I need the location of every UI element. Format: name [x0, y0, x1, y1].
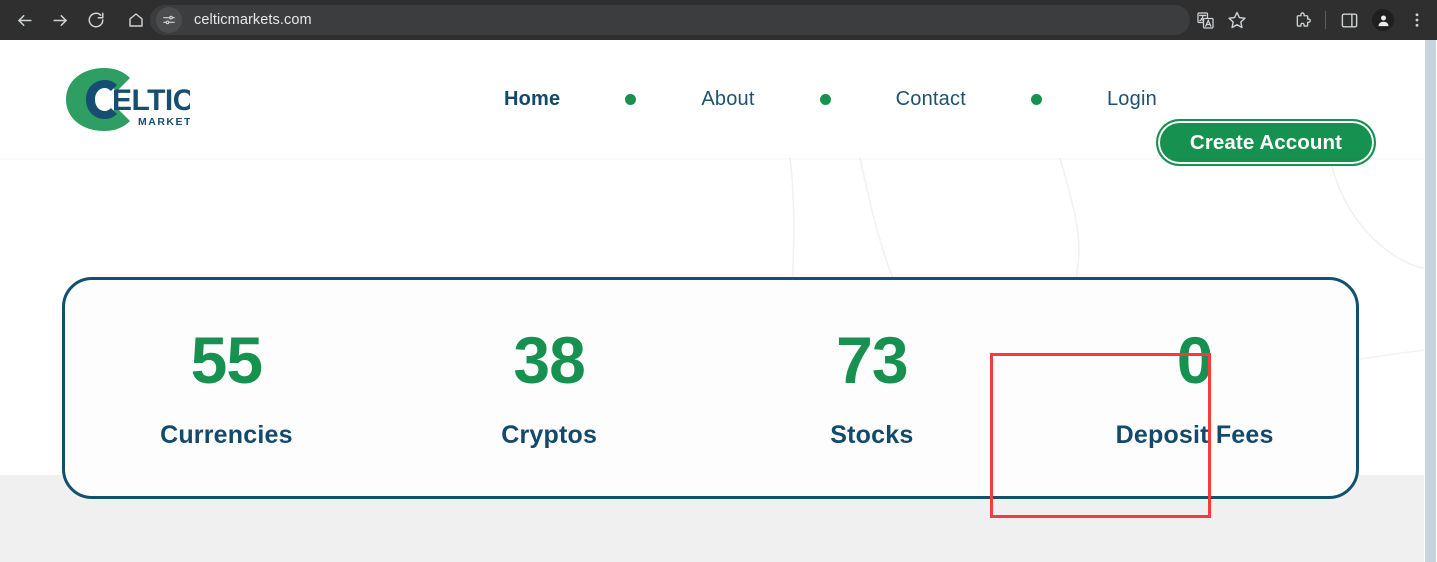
stat-label-currencies: Currencies — [160, 420, 293, 449]
stat-label-stocks: Stocks — [830, 420, 914, 449]
nav-item-contact[interactable]: Contact — [892, 88, 970, 111]
main-navigation: Home About Contact Login — [500, 40, 1161, 158]
side-panel-icon — [1341, 12, 1357, 28]
site-logo[interactable]: ELTIC MARKETS — [60, 62, 199, 137]
forward-button[interactable] — [42, 2, 78, 38]
header-shadow — [0, 158, 1424, 161]
svg-text:MARKETS: MARKETS — [138, 116, 190, 128]
profile-button[interactable] — [1367, 4, 1399, 36]
translate-icon — [1196, 11, 1214, 29]
browser-right-icons — [1286, 5, 1433, 35]
celtic-markets-logo-icon: ELTIC MARKETS — [66, 68, 199, 131]
site-settings-tune-icon — [163, 15, 175, 25]
nav-item-login[interactable]: Login — [1103, 88, 1161, 111]
translate-button[interactable] — [1190, 5, 1220, 35]
toolbar-divider — [1325, 11, 1326, 29]
bookmark-star-icon — [1228, 11, 1246, 29]
site-header: ELTIC MARKETS Home About Contact Login C… — [0, 40, 1424, 166]
svg-text:ELTIC: ELTIC — [112, 84, 190, 117]
back-arrow-icon — [17, 14, 32, 26]
omnibox-actions — [1190, 5, 1252, 35]
profile-avatar-icon — [1378, 15, 1388, 26]
reload-button[interactable] — [78, 2, 114, 38]
stat-item-deposit-fees: 0 Deposit Fees — [1033, 280, 1356, 496]
url-text[interactable]: celticmarkets.com — [194, 12, 312, 28]
stat-value-cryptos: 38 — [513, 322, 585, 397]
site-settings-button[interactable] — [156, 7, 182, 33]
stat-value-currencies: 55 — [190, 322, 263, 397]
nav-item-about[interactable]: About — [697, 88, 758, 111]
page-viewport: ELTIC MARKETS Home About Contact Login C… — [0, 40, 1437, 562]
address-bar[interactable]: celticmarkets.com — [150, 5, 1190, 35]
extensions-button[interactable] — [1286, 4, 1318, 36]
forward-arrow-icon — [52, 14, 67, 26]
three-dot-menu-icon — [1415, 13, 1419, 27]
home-button[interactable] — [118, 2, 154, 38]
reload-icon — [88, 12, 104, 28]
browser-menu-button[interactable] — [1401, 4, 1433, 36]
bookmark-button[interactable] — [1222, 5, 1252, 35]
back-button[interactable] — [6, 2, 42, 38]
stat-label-deposit-fees: Deposit Fees — [1115, 420, 1274, 449]
avatar — [1372, 9, 1394, 31]
side-panel-button[interactable] — [1333, 4, 1365, 36]
nav-separator-dot-3 — [1030, 93, 1042, 105]
page-scrollbar[interactable] — [1424, 40, 1437, 562]
stat-item-currencies: 55 Currencies — [65, 280, 388, 496]
stats-card: 55 Currencies 38 Cryptos 73 Stocks 0 Dep… — [62, 277, 1359, 499]
nav-item-home[interactable]: Home — [500, 88, 564, 111]
stat-item-cryptos: 38 Cryptos — [388, 280, 711, 496]
create-account-label: Create Account — [1189, 130, 1343, 154]
browser-toolbar: celticmarkets.com — [0, 0, 1437, 40]
home-icon — [129, 13, 143, 27]
nav-separator-dot-1 — [625, 93, 637, 105]
stat-label-cryptos: Cryptos — [501, 420, 598, 449]
nav-separator-dot-2 — [819, 93, 831, 105]
stat-value-stocks: 73 — [836, 322, 908, 397]
stat-value-deposit-fees: 0 — [1176, 322, 1214, 397]
extensions-puzzle-icon — [1296, 11, 1311, 27]
browser-nav-buttons — [0, 2, 154, 38]
stat-item-stocks: 73 Stocks — [711, 280, 1034, 496]
scrollbar-thumb[interactable] — [1425, 40, 1436, 562]
